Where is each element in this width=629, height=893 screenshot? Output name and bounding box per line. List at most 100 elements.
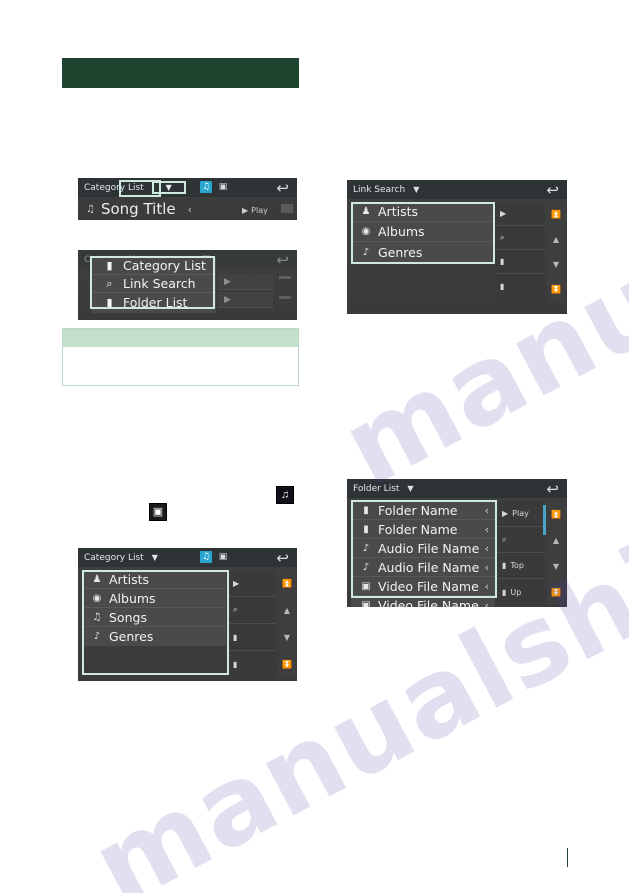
play-button[interactable]: ▶ Play — [238, 202, 286, 218]
panel-category-list-titlebar: Category List ▼ ♫ ▣ ↩ ♫ Song Title ‹ ▶ P… — [78, 178, 297, 220]
page-root: ▣ ♫ Category List ▼ ♫ ▣ ↩ ♫ Song Title ‹… — [0, 0, 629, 893]
folder-icon: ▮ — [363, 504, 369, 516]
chevron-down-icon[interactable]: ▼ — [413, 185, 419, 194]
search-icon: ⌕ — [500, 232, 505, 242]
panel-link-search: Link Search ▼ ↩ ♟ Artists ◉ Albums ♪ Gen… — [347, 180, 567, 314]
top-folder-button[interactable]: ▮ — [495, 250, 545, 274]
up-folder-button[interactable]: ▮ — [228, 651, 276, 678]
list-item-label: Genres — [109, 629, 154, 644]
note-box — [62, 328, 299, 386]
back-icon[interactable]: ↩ — [546, 480, 559, 498]
menu-item-label: Link Search — [123, 276, 196, 291]
note-box-header — [63, 329, 298, 347]
search-button[interactable]: ⌕ — [228, 597, 276, 624]
genre-icon: ♪ — [362, 246, 370, 258]
scrollbar-column[interactable]: ⏫ ▲ ▼ ⏬ — [278, 570, 296, 678]
top-folder-icon: ▮ — [500, 257, 505, 266]
play-button[interactable]: ▶ — [495, 202, 545, 226]
list-item-label: Genres — [378, 244, 423, 260]
search-icon: ⌕ — [106, 276, 113, 290]
top-folder-icon: ▮ — [233, 632, 238, 642]
up-folder-button[interactable]: ▮ — [495, 274, 545, 298]
play-button[interactable]: ▶ — [228, 570, 276, 597]
song-icon: ♫ — [92, 611, 102, 623]
search-icon: ⌕ — [233, 605, 238, 614]
titlebar-icon-group: ♫ ▣ — [200, 551, 229, 563]
list-item-audio-2[interactable]: ♪ Audio File Name ‹ — [351, 558, 495, 577]
chevron-left-icon: ‹ — [484, 503, 489, 517]
chevron-left-icon: ‹ — [484, 599, 489, 607]
folder-list-side-buttons: ▶ Play ⌕ ▮ Top ▮ Up — [497, 501, 545, 605]
category-dropdown-button[interactable]: ▼ — [151, 181, 186, 194]
scroll-indicator[interactable] — [279, 276, 291, 279]
up-folder-icon: ▮ — [502, 587, 507, 597]
play-button-label: Play — [251, 205, 268, 215]
device-titlebar: Link Search ▼ ↩ — [347, 180, 567, 199]
list-item-genres[interactable]: ♪ Genres — [351, 242, 493, 262]
folder-icon: ▮ — [106, 295, 113, 309]
scroll-down-button[interactable]: ▼ — [553, 562, 559, 571]
list-item-audio-1[interactable]: ♪ Audio File Name ‹ — [351, 539, 495, 558]
menu-item-folder-list[interactable]: ▮ Folder List — [92, 293, 216, 311]
back-icon[interactable]: ↩ — [276, 251, 289, 269]
scroll-indicator[interactable] — [279, 296, 291, 299]
search-button[interactable]: ⌕ — [495, 226, 545, 250]
scroll-down-button[interactable]: ▼ — [284, 633, 290, 642]
video-icon[interactable]: ▣ — [217, 551, 229, 563]
list-item-artists[interactable]: ♟ Artists — [351, 202, 493, 222]
play-icon: ▶ — [502, 509, 509, 518]
scroll-bottom-button[interactable]: ⏬ — [551, 285, 561, 294]
up-folder-button[interactable]: ▮ Up — [497, 579, 545, 605]
list-item-folder-1[interactable]: ▮ Folder Name ‹ — [351, 501, 495, 520]
top-folder-button[interactable]: ▮ — [228, 624, 276, 651]
scroll-up-button[interactable]: ▲ — [553, 235, 559, 244]
scrollbar-column[interactable]: ⏫ ▲ ▼ ⏬ — [547, 501, 565, 605]
play-button[interactable]: ▶ Play — [497, 501, 545, 527]
list-item-artists[interactable]: ♟ Artists — [82, 570, 226, 589]
dim-row: ▶ — [218, 274, 273, 290]
scroll-bottom-button[interactable]: ⏬ — [551, 588, 561, 597]
menu-item-category-list[interactable]: ▮ Category List — [92, 257, 216, 275]
menu-item-link-search[interactable]: ⌕ Link Search — [92, 275, 216, 293]
scroll-indicator[interactable] — [281, 204, 293, 213]
scroll-top-button[interactable]: ⏫ — [551, 510, 561, 519]
play-icon: ▶ — [242, 205, 249, 215]
artist-icon: ♟ — [361, 206, 371, 217]
chevron-left-icon: ‹ — [484, 560, 489, 574]
list-item-genres[interactable]: ♪ Genres — [82, 627, 226, 646]
list-item-folder-2[interactable]: ▮ Folder Name ‹ — [351, 520, 495, 539]
chevron-down-icon[interactable]: ▼ — [407, 484, 413, 493]
scrollbar-column[interactable]: ⏫ ▲ ▼ ⏬ — [547, 202, 565, 302]
scroll-down-button[interactable]: ▼ — [553, 260, 559, 269]
search-icon: ⌕ — [502, 534, 507, 544]
list-item-songs[interactable]: ♫ Songs — [82, 608, 226, 627]
chevron-down-icon[interactable]: ▼ — [152, 553, 158, 562]
scroll-up-button[interactable]: ▲ — [553, 536, 559, 545]
list-item-label: Audio File Name — [378, 559, 480, 575]
back-icon[interactable]: ↩ — [546, 181, 559, 199]
scroll-top-button[interactable]: ⏫ — [551, 210, 561, 219]
video-icon[interactable]: ▣ — [217, 181, 229, 193]
chevron-left-icon: ‹ — [484, 579, 489, 593]
music-icon[interactable]: ♫ — [200, 551, 212, 563]
menu-item-label: Folder List — [123, 294, 188, 310]
music-icon[interactable]: ♫ — [200, 181, 212, 193]
search-button[interactable]: ⌕ — [497, 527, 545, 553]
scroll-up-button[interactable]: ▲ — [284, 606, 290, 615]
list-item-video-1[interactable]: ▣ Video File Name ‹ — [351, 577, 495, 596]
top-folder-button[interactable]: ▮ Top — [497, 553, 545, 579]
folder-icon: ▮ — [106, 259, 113, 272]
source-select-menu: ▮ Category List ⌕ Link Search ▮ Folder L… — [92, 257, 216, 313]
scroll-top-button[interactable]: ⏫ — [282, 579, 292, 588]
list-item-video-2[interactable]: ▣ Video File Name ‹ — [351, 596, 495, 607]
list-item-label: Folder Name — [378, 502, 458, 518]
play-icon: ▶ — [233, 578, 240, 588]
list-item-albums[interactable]: ◉ Albums — [82, 589, 226, 608]
back-icon[interactable]: ↩ — [276, 179, 289, 197]
category-list-side-buttons: ▶ ⌕ ▮ ▮ — [228, 570, 276, 678]
list-item-albums[interactable]: ◉ Albums — [351, 222, 493, 242]
scrollbar-thumb[interactable] — [543, 505, 546, 535]
scroll-bottom-button[interactable]: ⏬ — [282, 660, 292, 669]
back-icon[interactable]: ↩ — [276, 549, 289, 567]
chevron-left-icon: ‹ — [484, 541, 489, 555]
